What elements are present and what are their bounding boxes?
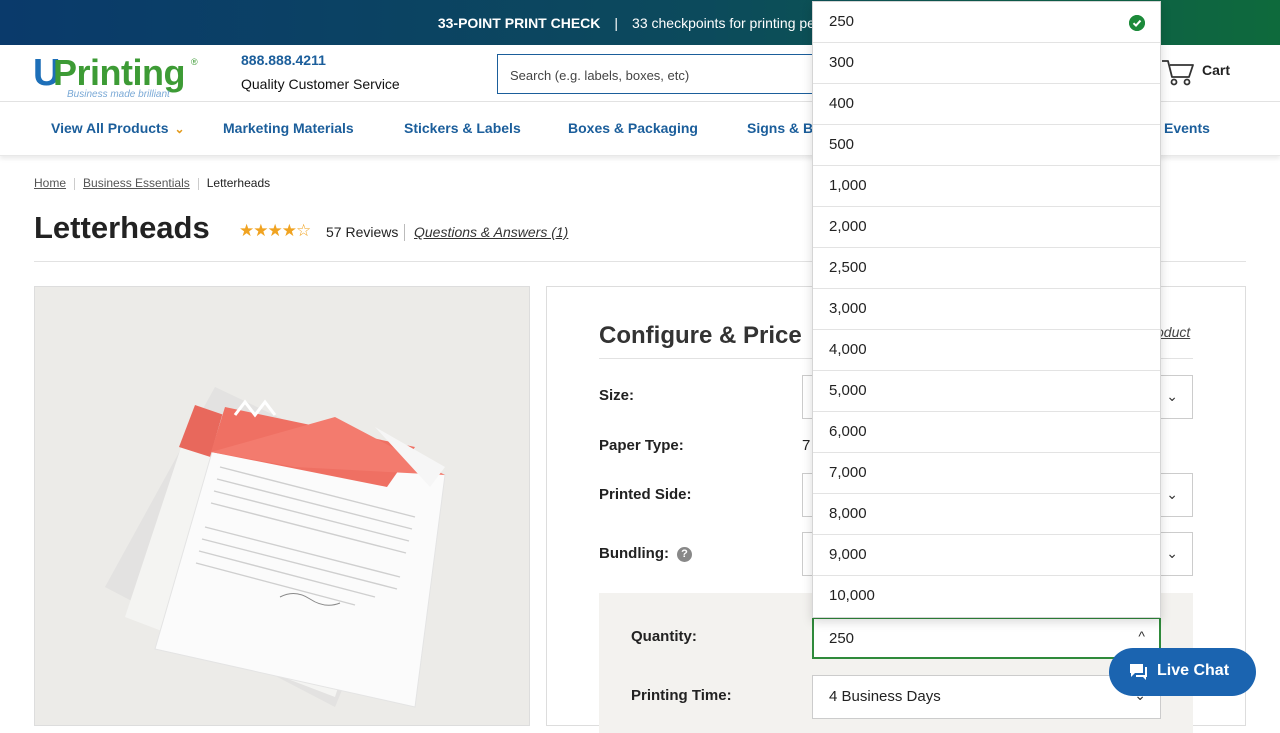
nav-item-label: View All Products: [51, 120, 169, 136]
quantity-option-label: 3,000: [829, 300, 867, 317]
configure-product-link[interactable]: oduct: [1156, 324, 1190, 340]
logo-registered-mark: ®: [191, 57, 198, 67]
nav-stickers-labels[interactable]: Stickers & Labels: [404, 120, 521, 136]
quantity-option-label: 400: [829, 95, 855, 112]
nav-signs-banners[interactable]: Signs & Ba: [747, 120, 821, 136]
cart-label[interactable]: Cart: [1202, 62, 1230, 78]
quantity-option-label: 8,000: [829, 505, 867, 522]
quantity-value: 250: [829, 630, 855, 647]
search-input[interactable]: Search (e.g. labels, boxes, etc): [497, 54, 827, 94]
rating-stars[interactable]: ★★★★☆: [239, 221, 311, 241]
nav-view-all-products[interactable]: View All Products ⌄: [51, 120, 185, 136]
quantity-option[interactable]: 2,000: [813, 207, 1160, 248]
size-label: Size:: [599, 387, 635, 404]
bundling-label: Bundling:?: [599, 545, 692, 562]
quantity-option[interactable]: 7,000: [813, 453, 1160, 494]
configure-title: Configure & Price: [599, 322, 802, 349]
check-icon: [1129, 15, 1145, 31]
page-title: Letterheads: [34, 210, 210, 245]
quantity-option[interactable]: 10,000: [813, 576, 1160, 617]
chevron-up-icon: ^: [1138, 628, 1145, 644]
bundling-label-text: Bundling:: [599, 545, 669, 562]
breadcrumb-current: Letterheads: [206, 176, 271, 190]
logo-wordmark: Printing: [53, 52, 185, 93]
product-image[interactable]: [34, 286, 530, 726]
printing-time-label: Printing Time:: [631, 687, 732, 704]
quantity-option-label: 9,000: [829, 546, 867, 563]
quantity-option[interactable]: 250: [813, 2, 1160, 43]
printing-time-value: 4 Business Days: [829, 688, 941, 705]
chevron-down-icon: ⌄: [1166, 388, 1178, 404]
letterhead-illustration: [105, 387, 446, 708]
live-chat-label: Live Chat: [1157, 662, 1230, 679]
phone-link[interactable]: 888.888.4211: [241, 52, 326, 68]
quantity-option[interactable]: 4,000: [813, 330, 1160, 371]
nav-marketing-materials[interactable]: Marketing Materials: [223, 120, 354, 136]
quantity-option-label: 10,000: [829, 587, 875, 604]
quantity-option[interactable]: 500: [813, 125, 1160, 166]
uprinting-logo[interactable]: U Printing ® Business made brilliant: [33, 52, 203, 101]
cart-icon[interactable]: [1161, 57, 1195, 87]
paper-type-value: 7: [802, 437, 811, 454]
printing-time-select[interactable]: 4 Business Days ⌄: [812, 675, 1161, 719]
quantity-dropdown: 250 300 400 500 1,000 2,000 2,500 3,000 …: [812, 1, 1161, 618]
quantity-option[interactable]: 9,000: [813, 535, 1160, 576]
logo-tagline: Business made brilliant: [67, 89, 170, 100]
quantity-option[interactable]: 2,500: [813, 248, 1160, 289]
nav-boxes-packaging[interactable]: Boxes & Packaging: [568, 120, 698, 136]
paper-type-label: Paper Type:: [599, 437, 684, 454]
banner-text: 33 checkpoints for printing perfect: [632, 14, 843, 31]
quantity-option-label: 4,000: [829, 341, 867, 358]
quantity-option-label: 5,000: [829, 382, 867, 399]
live-chat-button[interactable]: Live Chat: [1109, 648, 1256, 696]
nav-events[interactable]: Events: [1164, 120, 1210, 136]
breadcrumb-home[interactable]: Home: [34, 176, 66, 190]
printed-side-label: Printed Side:: [599, 486, 692, 503]
quantity-option[interactable]: 3,000: [813, 289, 1160, 330]
quantity-option[interactable]: 1,000: [813, 166, 1160, 207]
quantity-option[interactable]: 300: [813, 43, 1160, 84]
quantity-option-label: 1,000: [829, 177, 867, 194]
breadcrumb: Home Business Essentials Letterheads: [34, 176, 270, 190]
reviews-divider: [404, 224, 405, 241]
reviews-link[interactable]: 57 Reviews: [326, 224, 398, 240]
quantity-option-label: 500: [829, 136, 855, 153]
quantity-select[interactable]: 250 ^: [812, 617, 1161, 659]
breadcrumb-business-essentials[interactable]: Business Essentials: [83, 176, 190, 190]
breadcrumb-divider: [74, 177, 76, 190]
quantity-option[interactable]: 5,000: [813, 371, 1160, 412]
service-label: Quality Customer Service: [241, 76, 400, 92]
quantity-option-label: 250: [829, 13, 855, 30]
quantity-option-label: 6,000: [829, 423, 867, 440]
quantity-option-label: 2,000: [829, 218, 867, 235]
quantity-option[interactable]: 400: [813, 84, 1160, 125]
quantity-option[interactable]: 6,000: [813, 412, 1160, 453]
banner-separator: |: [614, 14, 619, 31]
quantity-label: Quantity:: [631, 628, 697, 645]
help-icon[interactable]: ?: [676, 547, 692, 562]
quantity-option-label: 2,500: [829, 259, 867, 276]
breadcrumb-divider: [197, 177, 199, 190]
chevron-down-icon: ⌄: [174, 122, 185, 136]
chevron-down-icon: ⌄: [1166, 486, 1178, 502]
questions-answers-link[interactable]: Questions & Answers (1): [414, 224, 568, 240]
chevron-down-icon: ⌄: [1166, 545, 1178, 561]
quantity-option-label: 300: [829, 54, 855, 71]
quantity-option[interactable]: 8,000: [813, 494, 1160, 535]
chat-icon: [1130, 664, 1147, 680]
banner-title: 33-POINT PRINT CHECK: [437, 14, 601, 31]
quantity-option-label: 7,000: [829, 464, 867, 481]
